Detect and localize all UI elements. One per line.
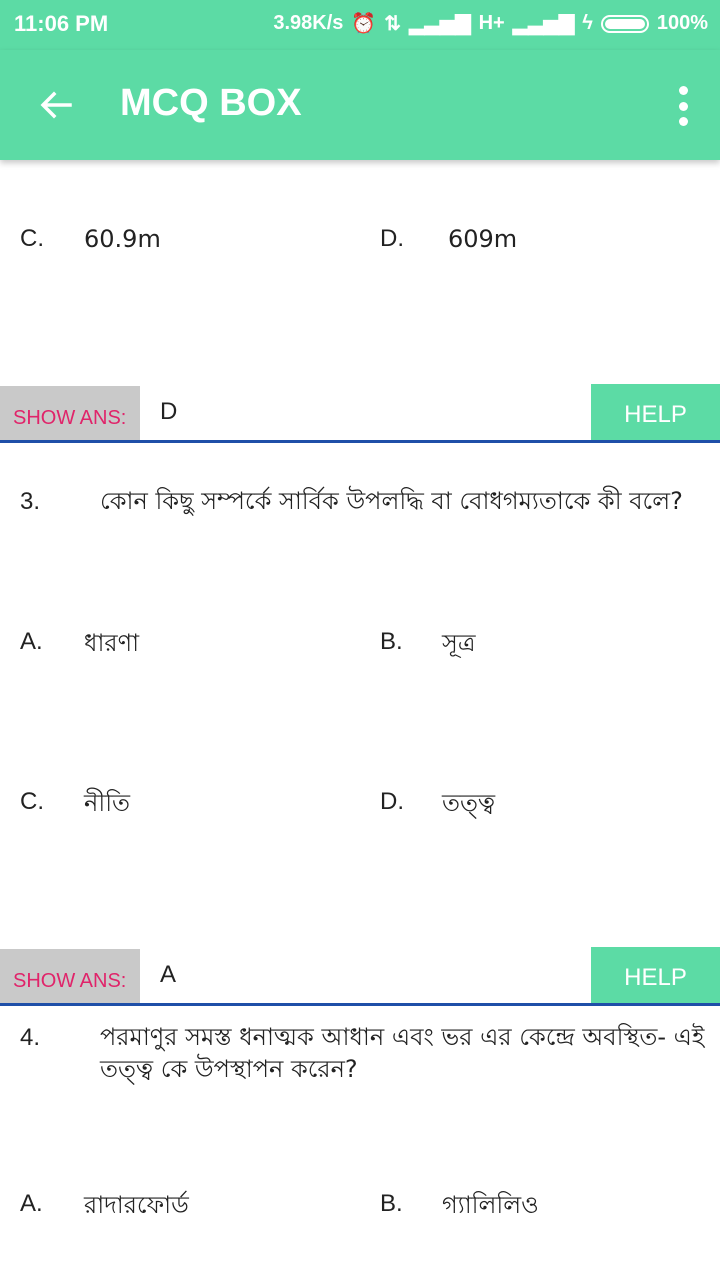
- option-label: B.: [380, 1190, 403, 1217]
- app-bar: MCQ BOX: [0, 50, 720, 160]
- signal-icon: ▂▃▅▇: [409, 13, 471, 35]
- answer-bar: SHOW ANS: D HELP: [0, 384, 720, 443]
- charging-icon: ϟ: [582, 12, 593, 34]
- battery-icon: [600, 14, 649, 33]
- alarm-icon: ⏰: [351, 13, 377, 35]
- option-label: A.: [20, 628, 43, 655]
- option-c-text[interactable]: 60.9m: [84, 225, 161, 253]
- signal-2-icon: ▂▃▅▇: [512, 13, 575, 35]
- arrow-left-icon[interactable]: [36, 80, 76, 130]
- option-label: D.: [380, 225, 404, 252]
- option-d-text[interactable]: তত্ত্ব: [442, 785, 495, 825]
- option-label: B.: [380, 628, 403, 655]
- help-button[interactable]: HELP: [591, 384, 720, 440]
- answer-bar: SHOW ANS: A HELP: [0, 947, 720, 1006]
- status-time: 11:06 PM: [14, 11, 109, 36]
- status-bar: 11:06 PM 3.98K/s ⏰ ⇅ ▂▃▅▇ H+ ▂▃▅▇ ϟ 100%: [0, 0, 720, 50]
- more-vert-icon[interactable]: [676, 86, 690, 126]
- page-title: MCQ BOX: [120, 82, 302, 124]
- option-d-text[interactable]: 609m: [448, 225, 517, 253]
- question-text: পরমাণুর সমস্ত ধনাত্মক আধান এবং ভর এর কেন…: [100, 1023, 705, 1083]
- question-text: কোন কিছু সম্পর্কে সার্বিক উপলদ্ধি বা বোধ…: [100, 487, 683, 515]
- option-label: C.: [20, 788, 44, 815]
- help-button[interactable]: HELP: [591, 947, 720, 1003]
- option-c-text[interactable]: নীতি: [84, 785, 130, 825]
- option-label: A.: [20, 1190, 43, 1217]
- show-ans-button[interactable]: SHOW ANS:: [0, 386, 140, 440]
- option-b-text[interactable]: সূত্র: [442, 625, 476, 665]
- option-b-text[interactable]: গ্যালিলিও: [442, 1187, 539, 1227]
- show-ans-button[interactable]: SHOW ANS:: [0, 949, 140, 1003]
- option-label: C.: [20, 225, 44, 252]
- answer-value: A: [160, 961, 177, 988]
- option-a-text[interactable]: ধারণা: [84, 625, 139, 665]
- option-a-text[interactable]: রাদারফোর্ড: [84, 1187, 189, 1227]
- option-label: D.: [380, 788, 404, 815]
- question-number: 4.: [20, 1024, 41, 1051]
- network-speed: 3.98K/s: [273, 12, 344, 34]
- status-icons: 3.98K/s ⏰ ⇅ ▂▃▅▇ H+ ▂▃▅▇ ϟ 100%: [273, 11, 708, 36]
- question-number: 3.: [20, 488, 41, 515]
- data-transfer-icon: ⇅: [384, 13, 402, 35]
- network-type: H+: [478, 12, 505, 34]
- answer-value: D: [160, 398, 178, 425]
- battery-percent: 100%: [656, 12, 708, 34]
